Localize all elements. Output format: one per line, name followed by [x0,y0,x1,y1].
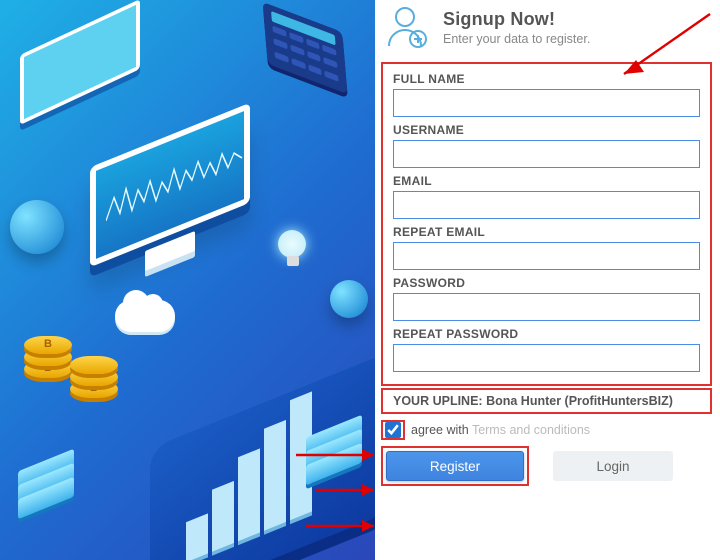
chart-wave-icon [106,134,246,231]
calculator-icon [263,2,348,94]
server-stack-icon [306,426,375,516]
email-label: EMAIL [393,174,700,188]
terms-text: agree with Terms and conditions [411,423,590,437]
user-add-icon [383,4,429,50]
repeat-password-input[interactable] [393,344,700,372]
password-input[interactable] [393,293,700,321]
terms-row: agree with Terms and conditions [381,420,712,440]
fullname-label: FULL NAME [393,72,700,86]
email-input[interactable] [393,191,700,219]
laptop-icon [20,0,170,145]
lightbulb-icon [278,230,308,270]
register-button[interactable]: Register [386,451,524,481]
username-input[interactable] [393,140,700,168]
sphere-decoration [330,280,368,318]
signup-panel: Signup Now! Enter your data to register.… [375,0,720,560]
sphere-decoration [10,200,64,254]
register-button-highlight: Register [381,446,529,486]
upline-label: YOUR UPLINE: [393,394,483,408]
signup-form: FULL NAME USERNAME EMAIL REPEAT EMAIL PA… [381,62,712,386]
coins-icon [24,300,144,410]
repeat-password-label: REPEAT PASSWORD [393,327,700,341]
terms-checkbox-highlight [381,420,405,440]
button-row: Register Login [381,446,712,486]
signup-title: Signup Now! [443,9,590,30]
upline-row: YOUR UPLINE: Bona Hunter (ProfitHuntersB… [381,388,712,414]
monitor-icon [90,135,280,285]
username-label: USERNAME [393,123,700,137]
server-stack-icon [18,460,88,550]
login-button[interactable]: Login [553,451,673,481]
repeat-email-input[interactable] [393,242,700,270]
password-label: PASSWORD [393,276,700,290]
signup-subtitle: Enter your data to register. [443,32,590,46]
repeat-email-label: REPEAT EMAIL [393,225,700,239]
upline-value: Bona Hunter (ProfitHuntersBIZ) [486,394,673,408]
hero-illustration [0,0,375,560]
terms-checkbox[interactable] [385,422,401,438]
fullname-input[interactable] [393,89,700,117]
terms-link[interactable]: Terms and conditions [472,423,590,437]
signup-header: Signup Now! Enter your data to register. [375,0,720,60]
